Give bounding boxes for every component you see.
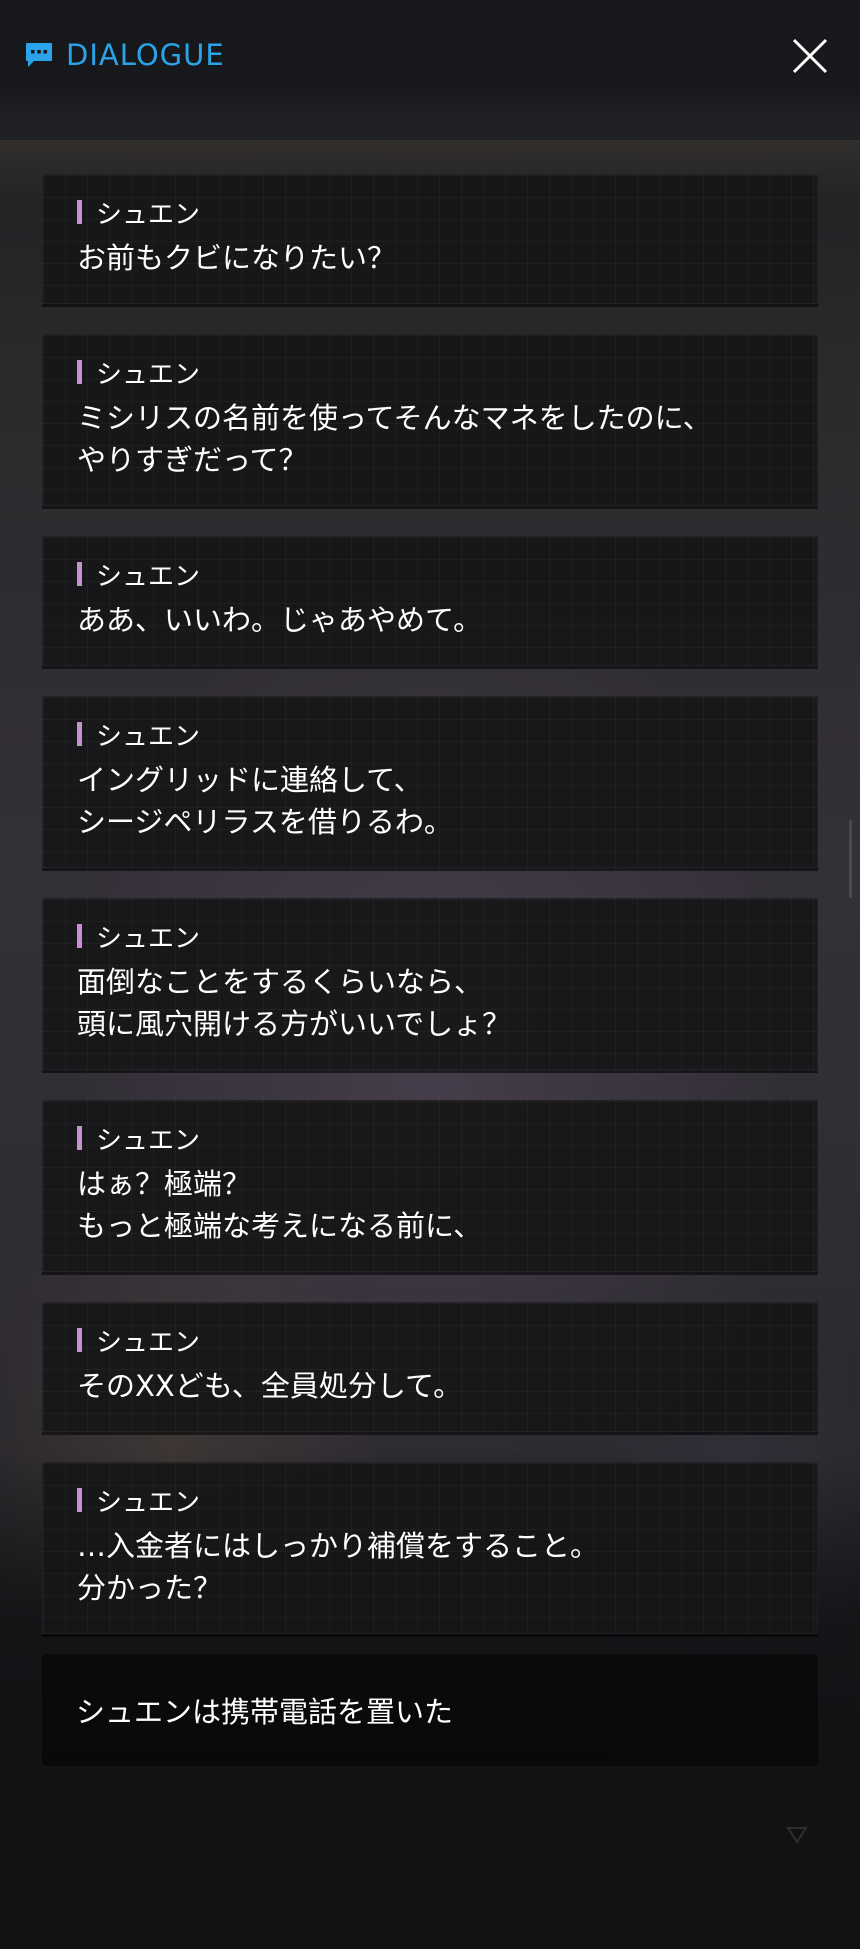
speaker-row: シュエン bbox=[77, 719, 783, 752]
dialogue-entry: シュエン はぁ？極端？ もっと極端な考えになる前に、 bbox=[42, 1100, 818, 1272]
dialogue-entry: シュエン ミシリスの名前を使ってそんなマネをしたのに、 やりすぎだって？ bbox=[42, 334, 818, 506]
speaker-row: シュエン bbox=[77, 1123, 783, 1156]
speaker-marker bbox=[77, 1328, 82, 1352]
scrollbar[interactable] bbox=[849, 820, 852, 898]
speaker-marker bbox=[77, 360, 82, 384]
dialogue-entry: シュエン 面倒なことをするくらいなら、 頭に風穴開ける方がいいでしょ？ bbox=[42, 898, 818, 1070]
speaker-marker bbox=[77, 722, 82, 746]
speaker-marker bbox=[77, 1126, 82, 1150]
speaker-marker bbox=[77, 924, 82, 948]
speaker-name: シュエン bbox=[96, 1487, 201, 1518]
speaker-row: シュエン bbox=[77, 559, 783, 592]
close-button[interactable] bbox=[790, 36, 830, 76]
speaker-row: シュエン bbox=[77, 357, 783, 390]
dialogue-text: ミシリスの名前を使ってそんなマネをしたのに、 やりすぎだって？ bbox=[77, 401, 712, 477]
speaker-name: シュエン bbox=[96, 1125, 201, 1156]
dialogue-text: そのXXども、全員処分して。 bbox=[77, 1369, 463, 1403]
speaker-row: シュエン bbox=[77, 197, 783, 230]
speaker-row: シュエン bbox=[77, 921, 783, 954]
dialogue-text: お前もクビになりたい？ bbox=[77, 241, 397, 275]
close-icon bbox=[792, 38, 828, 74]
speaker-name: シュエン bbox=[96, 721, 201, 752]
dialogue-title-group: DIALOGUE bbox=[24, 38, 225, 72]
speaker-name: シュエン bbox=[96, 923, 201, 954]
speaker-name: シュエン bbox=[96, 561, 201, 592]
speaker-marker bbox=[77, 562, 82, 586]
dialogue-text: …入金者にはしっかり補償をすること。 分かった？ bbox=[77, 1529, 600, 1605]
dialogue-text: はぁ？極端？ もっと極端な考えになる前に、 bbox=[77, 1167, 483, 1243]
page-title: DIALOGUE bbox=[66, 38, 225, 72]
chat-bubble-icon bbox=[24, 41, 54, 69]
dialogue-entry: シュエン …入金者にはしっかり補償をすること。 分かった？ bbox=[42, 1462, 818, 1634]
speaker-name: シュエン bbox=[96, 1327, 201, 1358]
narration-text: シュエンは携帯電話を置いた bbox=[76, 1695, 454, 1729]
dialogue-entry: シュエン そのXXども、全員処分して。 bbox=[42, 1302, 818, 1432]
speaker-row: シュエン bbox=[77, 1485, 783, 1518]
dialogue-text: ああ、いいわ。じゃあやめて。 bbox=[77, 603, 483, 637]
dialogue-text: 面倒なことをするくらいなら、 頭に風穴開ける方がいいでしょ？ bbox=[77, 965, 512, 1041]
speaker-name: シュエン bbox=[96, 359, 201, 390]
speaker-name: シュエン bbox=[96, 199, 201, 230]
speaker-marker bbox=[77, 1488, 82, 1512]
dialogue-entry: シュエン ああ、いいわ。じゃあやめて。 bbox=[42, 536, 818, 666]
speaker-marker bbox=[77, 200, 82, 224]
dialogue-log-list[interactable]: シュエン お前もクビになりたい？ シュエン ミシリスの名前を使ってそんなマネをし… bbox=[42, 174, 818, 1664]
dialogue-entry: シュエン お前もクビになりたい？ bbox=[42, 174, 818, 304]
header-bar: DIALOGUE bbox=[0, 0, 860, 120]
dialogue-text: イングリッドに連絡して、 シージペリラスを借りるわ。 bbox=[77, 763, 453, 839]
narration-box: シュエンは携帯電話を置いた bbox=[42, 1654, 818, 1766]
dialogue-entry: シュエン イングリッドに連絡して、 シージペリラスを借りるわ。 bbox=[42, 696, 818, 868]
triangle-down-icon bbox=[786, 1826, 808, 1844]
speaker-row: シュエン bbox=[77, 1325, 783, 1358]
